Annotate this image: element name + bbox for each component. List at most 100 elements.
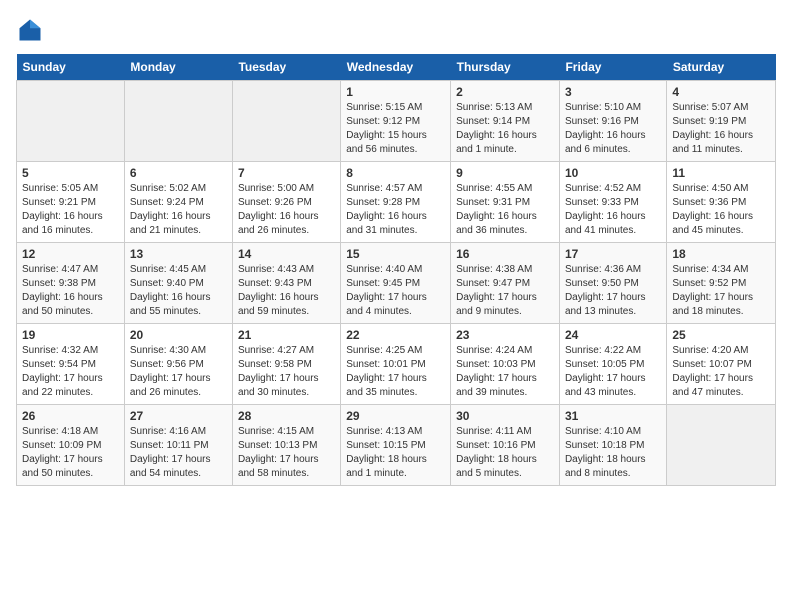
calendar-cell: 18 Sunrise: 4:34 AMSunset: 9:52 PMDayligh… [667, 243, 776, 324]
calendar-cell [667, 405, 776, 486]
day-number: 15 [346, 247, 445, 261]
weekday-header-wednesday: Wednesday [341, 54, 451, 81]
logo-icon [16, 16, 44, 44]
weekday-header-monday: Monday [124, 54, 232, 81]
day-info: Sunrise: 4:30 AMSunset: 9:56 PMDaylight:… [130, 344, 227, 400]
day-info: Sunrise: 4:52 AMSunset: 9:33 PMDaylight:… [565, 182, 661, 238]
day-number: 2 [456, 85, 554, 99]
calendar-cell: 29 Sunrise: 4:13 AMSunset: 10:15 PMDaylig… [341, 405, 451, 486]
weekday-header-row: SundayMondayTuesdayWednesdayThursdayFrid… [17, 54, 776, 81]
calendar-cell: 17 Sunrise: 4:36 AMSunset: 9:50 PMDayligh… [559, 243, 666, 324]
day-info: Sunrise: 5:00 AMSunset: 9:26 PMDaylight:… [238, 182, 335, 238]
calendar-cell: 8 Sunrise: 4:57 AMSunset: 9:28 PMDaylight… [341, 162, 451, 243]
day-info: Sunrise: 4:10 AMSunset: 10:18 PMDaylight… [565, 425, 661, 481]
calendar-cell: 10 Sunrise: 4:52 AMSunset: 9:33 PMDayligh… [559, 162, 666, 243]
calendar-cell: 7 Sunrise: 5:00 AMSunset: 9:26 PMDaylight… [232, 162, 340, 243]
calendar-cell: 12Sunrise: 4:47 AMSunset: 9:38 PMDayligh… [17, 243, 125, 324]
day-number: 26 [22, 409, 119, 423]
day-number: 18 [672, 247, 770, 261]
calendar-week-row: 12Sunrise: 4:47 AMSunset: 9:38 PMDayligh… [17, 243, 776, 324]
calendar-cell: 26 Sunrise: 4:18 AMSunset: 10:09 PMDaylig… [17, 405, 125, 486]
day-info: Sunrise: 5:13 AMSunset: 9:14 PMDaylight:… [456, 101, 554, 157]
day-number: 21 [238, 328, 335, 342]
calendar-cell: 15 Sunrise: 4:40 AMSunset: 9:45 PMDayligh… [341, 243, 451, 324]
calendar-cell [17, 81, 125, 162]
calendar-cell: 6 Sunrise: 5:02 AMSunset: 9:24 PMDaylight… [124, 162, 232, 243]
day-number: 31 [565, 409, 661, 423]
calendar-cell [232, 81, 340, 162]
day-info: Sunrise: 5:15 AMSunset: 9:12 PMDaylight:… [346, 101, 445, 157]
day-number: 29 [346, 409, 445, 423]
day-info: Sunrise: 4:24 AMSunset: 10:03 PMDaylight… [456, 344, 554, 400]
calendar-cell: 23Sunrise: 4:24 AMSunset: 10:03 PMDaylig… [451, 324, 560, 405]
calendar-cell: 28 Sunrise: 4:15 AMSunset: 10:13 PMDaylig… [232, 405, 340, 486]
calendar-cell: 22 Sunrise: 4:25 AMSunset: 10:01 PMDaylig… [341, 324, 451, 405]
day-number: 13 [130, 247, 227, 261]
weekday-header-thursday: Thursday [451, 54, 560, 81]
calendar-cell: 25Sunrise: 4:20 AMSunset: 10:07 PMDaylig… [667, 324, 776, 405]
day-info: Sunrise: 5:02 AMSunset: 9:24 PMDaylight:… [130, 182, 227, 238]
day-info: Sunrise: 4:16 AMSunset: 10:11 PMDaylight… [130, 425, 227, 481]
calendar-week-row: 5 Sunrise: 5:05 AMSunset: 9:21 PMDaylight… [17, 162, 776, 243]
calendar-cell: 24Sunrise: 4:22 AMSunset: 10:05 PMDaylig… [559, 324, 666, 405]
calendar-cell: 19 Sunrise: 4:32 AMSunset: 9:54 PMDayligh… [17, 324, 125, 405]
day-info: Sunrise: 5:05 AMSunset: 9:21 PMDaylight:… [22, 182, 119, 238]
day-info: Sunrise: 4:55 AMSunset: 9:31 PMDaylight:… [456, 182, 554, 238]
day-number: 27 [130, 409, 227, 423]
calendar-cell: 11 Sunrise: 4:50 AMSunset: 9:36 PMDayligh… [667, 162, 776, 243]
day-number: 4 [672, 85, 770, 99]
calendar-cell: 31 Sunrise: 4:10 AMSunset: 10:18 PMDaylig… [559, 405, 666, 486]
calendar-cell: 21 Sunrise: 4:27 AMSunset: 9:58 PMDayligh… [232, 324, 340, 405]
day-info: Sunrise: 4:43 AMSunset: 9:43 PMDaylight:… [238, 263, 335, 319]
day-info: Sunrise: 4:15 AMSunset: 10:13 PMDaylight… [238, 425, 335, 481]
day-number: 28 [238, 409, 335, 423]
day-info: Sunrise: 4:18 AMSunset: 10:09 PMDaylight… [22, 425, 119, 481]
weekday-header-friday: Friday [559, 54, 666, 81]
day-info: Sunrise: 4:34 AMSunset: 9:52 PMDaylight:… [672, 263, 770, 319]
day-number: 7 [238, 166, 335, 180]
day-info: Sunrise: 4:47 AMSunset: 9:38 PMDaylight:… [22, 263, 119, 319]
day-info: Sunrise: 4:50 AMSunset: 9:36 PMDaylight:… [672, 182, 770, 238]
calendar-cell [124, 81, 232, 162]
calendar-week-row: 19 Sunrise: 4:32 AMSunset: 9:54 PMDayligh… [17, 324, 776, 405]
calendar-cell: 20 Sunrise: 4:30 AMSunset: 9:56 PMDayligh… [124, 324, 232, 405]
day-number: 9 [456, 166, 554, 180]
day-info: Sunrise: 4:25 AMSunset: 10:01 PMDaylight… [346, 344, 445, 400]
day-number: 20 [130, 328, 227, 342]
day-info: Sunrise: 4:13 AMSunset: 10:15 PMDaylight… [346, 425, 445, 481]
day-number: 5 [22, 166, 119, 180]
day-info: Sunrise: 4:45 AMSunset: 9:40 PMDaylight:… [130, 263, 227, 319]
day-info: Sunrise: 4:38 AMSunset: 9:47 PMDaylight:… [456, 263, 554, 319]
day-info: Sunrise: 4:36 AMSunset: 9:50 PMDaylight:… [565, 263, 661, 319]
day-number: 22 [346, 328, 445, 342]
calendar-week-row: 1 Sunrise: 5:15 AMSunset: 9:12 PMDaylight… [17, 81, 776, 162]
calendar-cell: 16 Sunrise: 4:38 AMSunset: 9:47 PMDayligh… [451, 243, 560, 324]
day-number: 11 [672, 166, 770, 180]
day-info: Sunrise: 5:10 AMSunset: 9:16 PMDaylight:… [565, 101, 661, 157]
day-info: Sunrise: 4:11 AMSunset: 10:16 PMDaylight… [456, 425, 554, 481]
day-number: 25 [672, 328, 770, 342]
weekday-header-tuesday: Tuesday [232, 54, 340, 81]
day-info: Sunrise: 4:40 AMSunset: 9:45 PMDaylight:… [346, 263, 445, 319]
day-number: 14 [238, 247, 335, 261]
day-info: Sunrise: 4:22 AMSunset: 10:05 PMDaylight… [565, 344, 661, 400]
day-number: 6 [130, 166, 227, 180]
day-info: Sunrise: 5:07 AMSunset: 9:19 PMDaylight:… [672, 101, 770, 157]
day-number: 3 [565, 85, 661, 99]
day-number: 19 [22, 328, 119, 342]
calendar-cell: 13 Sunrise: 4:45 AMSunset: 9:40 PMDayligh… [124, 243, 232, 324]
calendar-week-row: 26 Sunrise: 4:18 AMSunset: 10:09 PMDaylig… [17, 405, 776, 486]
day-number: 8 [346, 166, 445, 180]
day-info: Sunrise: 4:27 AMSunset: 9:58 PMDaylight:… [238, 344, 335, 400]
calendar-cell: 30 Sunrise: 4:11 AMSunset: 10:16 PMDaylig… [451, 405, 560, 486]
day-number: 16 [456, 247, 554, 261]
calendar-cell: 4 Sunrise: 5:07 AMSunset: 9:19 PMDaylight… [667, 81, 776, 162]
calendar-cell: 1 Sunrise: 5:15 AMSunset: 9:12 PMDaylight… [341, 81, 451, 162]
day-number: 10 [565, 166, 661, 180]
day-number: 17 [565, 247, 661, 261]
day-number: 30 [456, 409, 554, 423]
calendar-cell: 3 Sunrise: 5:10 AMSunset: 9:16 PMDaylight… [559, 81, 666, 162]
day-info: Sunrise: 4:32 AMSunset: 9:54 PMDaylight:… [22, 344, 119, 400]
day-info: Sunrise: 4:57 AMSunset: 9:28 PMDaylight:… [346, 182, 445, 238]
day-number: 1 [346, 85, 445, 99]
